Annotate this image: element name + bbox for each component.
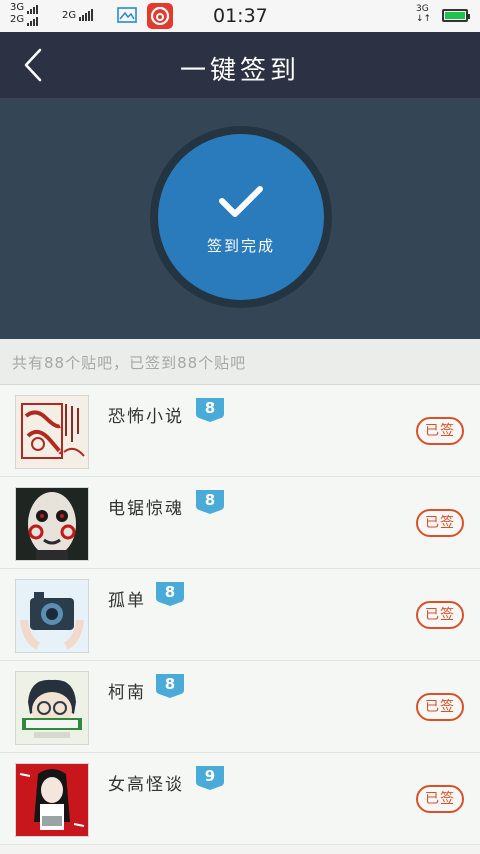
signed-stamp: 已签: [416, 417, 464, 445]
forum-avatar: [15, 763, 89, 837]
forum-name: 电锯惊魂: [108, 499, 184, 519]
signal-icon: [79, 9, 94, 21]
network-secondary: 2G: [62, 9, 94, 21]
network-type-label: 2G: [10, 14, 25, 25]
signed-stamp: 已签: [416, 693, 464, 721]
signal-icon: [27, 4, 39, 14]
battery-icon: [442, 9, 470, 22]
checkmark-icon: [219, 186, 263, 217]
data-activity-icon: 3G ↓↑: [416, 4, 432, 24]
forum-avatar: [15, 671, 89, 745]
clock: 01:37: [213, 5, 268, 27]
forum-avatar: [15, 579, 89, 653]
forum-avatar: [15, 395, 89, 469]
level-value: 9: [204, 767, 216, 785]
summary-text: 共有88个贴吧，已签到88个贴吧: [12, 354, 247, 372]
sign-in-hero: 签到完成: [0, 98, 480, 339]
level-value: 8: [164, 675, 176, 693]
signal-icon: [27, 16, 39, 26]
level-badge: 8: [195, 397, 225, 423]
level-value: 8: [204, 491, 216, 509]
signed-stamp: 已签: [416, 785, 464, 813]
signed-stamp: 已签: [416, 601, 464, 629]
forum-row[interactable]: 电锯惊魂 8 已签: [0, 477, 480, 569]
level-badge: 9: [195, 765, 225, 791]
sign-status-text: 签到完成: [206, 237, 275, 255]
forum-row[interactable]: 柯南 8 已签: [0, 661, 480, 753]
forum-name: 柯南: [108, 683, 146, 703]
page-title: 一键签到: [179, 56, 300, 86]
image-notification-icon: [117, 7, 137, 23]
forum-avatar: [15, 487, 89, 561]
level-value: 8: [164, 583, 176, 601]
forum-name: 恐怖小说: [108, 407, 184, 427]
network-type-label: 2G: [62, 10, 77, 21]
music-app-icon: [147, 3, 173, 29]
summary-bar: 共有88个贴吧，已签到88个贴吧: [0, 339, 480, 385]
forum-name: 孤单: [108, 591, 146, 611]
level-value: 8: [204, 399, 216, 417]
forum-name: 女高怪谈: [108, 775, 184, 795]
level-badge: 8: [195, 489, 225, 515]
signal-indicators: 3G 2G: [10, 2, 39, 26]
status-bar: 3G 2G 2G 01:37 3G ↓↑: [0, 0, 480, 32]
forum-list: 恐怖小说 8 已签 电锯惊魂 8 已签 孤单 8 已签 柯南 8 已签 女高怪谈…: [0, 385, 480, 845]
forum-row[interactable]: 恐怖小说 8 已签: [0, 385, 480, 477]
signed-stamp: 已签: [416, 509, 464, 537]
app-header: 一键签到: [0, 32, 480, 98]
level-badge: 8: [155, 673, 185, 699]
forum-row[interactable]: 女高怪谈 9 已签: [0, 753, 480, 845]
network-type-label: 3G: [10, 2, 25, 13]
level-badge: 8: [155, 581, 185, 607]
forum-row[interactable]: 孤单 8 已签: [0, 569, 480, 661]
